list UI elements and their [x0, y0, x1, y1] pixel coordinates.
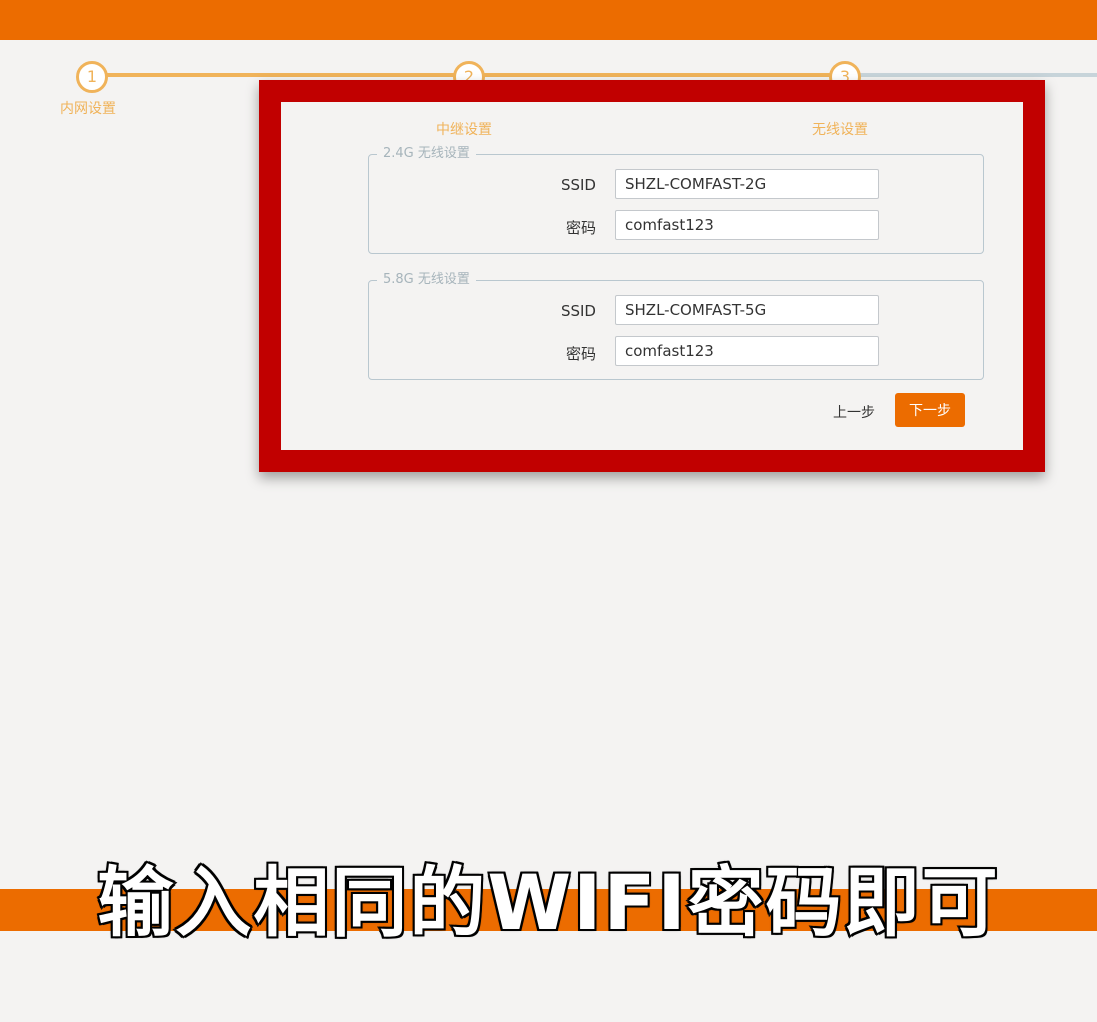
wireless-settings-panel: 中继设置 无线设置 2.4G 无线设置 SSID 密码 5.8G 无线设置 SS… [259, 80, 1045, 472]
ssid-58g-label: SSID [560, 302, 596, 320]
previous-step-button[interactable]: 上一步 [833, 402, 875, 422]
wifi-24g-legend: 2.4G 无线设置 [377, 145, 476, 163]
step-2-label: 中继设置 [436, 122, 492, 138]
wizard-progress-remaining [860, 73, 1097, 77]
top-header-bar [0, 0, 1097, 40]
password-24g-input[interactable] [615, 210, 879, 240]
step-1-label: 内网设置 [60, 101, 116, 117]
ssid-24g-input[interactable] [615, 169, 879, 199]
wifi-58g-group: 5.8G 无线设置 SSID 密码 [368, 271, 984, 380]
ssid-58g-input[interactable] [615, 295, 879, 325]
next-step-button[interactable]: 下一步 [895, 393, 965, 427]
step-1-circle[interactable]: 1 [76, 61, 108, 93]
step-3-label: 无线设置 [812, 122, 868, 138]
password-24g-label: 密码 [565, 219, 596, 237]
video-caption: 输入相同的WIFI密码即可 [95, 856, 1000, 949]
wifi-58g-legend: 5.8G 无线设置 [377, 271, 476, 289]
password-58g-label: 密码 [565, 345, 596, 363]
ssid-24g-label: SSID [560, 176, 596, 194]
wifi-24g-group: 2.4G 无线设置 SSID 密码 [368, 145, 984, 254]
password-58g-input[interactable] [615, 336, 879, 366]
